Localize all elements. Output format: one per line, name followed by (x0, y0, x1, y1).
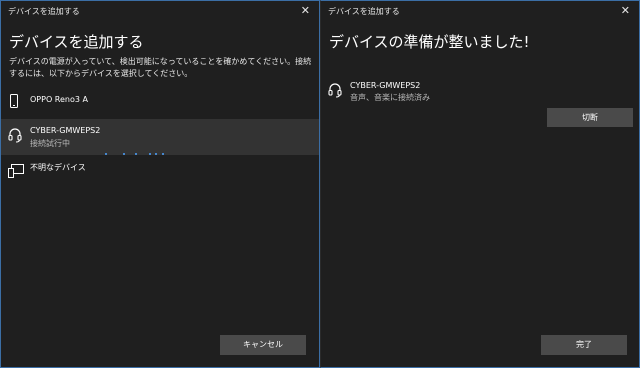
progress-dot (123, 153, 125, 155)
close-icon[interactable]: ✕ (301, 4, 310, 17)
cancel-button[interactable]: キャンセル (220, 335, 306, 355)
progress-dot (162, 153, 164, 155)
close-icon[interactable]: ✕ (621, 4, 630, 17)
device-item-unknown[interactable]: 不明なデバイス (1, 158, 319, 182)
headset-icon (328, 82, 342, 102)
progress-dot (149, 153, 151, 155)
device-status: 音声、音楽に接続済み (350, 93, 430, 102)
device-name: 不明なデバイス (30, 163, 86, 172)
window-title: デバイスを追加する (8, 7, 80, 16)
device-name: CYBER-GMWEPS2 (30, 126, 101, 135)
page-title: デバイスの準備が整いました! (329, 33, 530, 51)
device-item-cyber-gmweps2[interactable]: CYBER-GMWEPS2 接続試行中 (1, 119, 319, 155)
page-title: デバイスを追加する (9, 33, 144, 51)
progress-dots (101, 153, 171, 157)
progress-dot (135, 153, 137, 155)
unknown-device-icon (8, 163, 24, 182)
window-title: デバイスを追加する (328, 7, 400, 16)
device-status: 接続試行中 (30, 139, 70, 148)
device-name: OPPO Reno3 A (30, 95, 88, 104)
add-device-window-left: デバイスを追加する ✕ デバイスを追加する デバイスの電源が入っていて、検出可能… (0, 0, 320, 368)
title-bar: デバイスを追加する ✕ (1, 1, 319, 23)
title-bar: デバイスを追加する ✕ (321, 1, 639, 23)
add-device-window-right: デバイスを追加する ✕ デバイスの準備が整いました! CYBER-GMWEPS2… (320, 0, 640, 368)
phone-icon (8, 93, 20, 112)
device-item-oppo[interactable]: OPPO Reno3 A (1, 87, 319, 113)
done-button[interactable]: 完了 (541, 335, 627, 355)
device-name: CYBER-GMWEPS2 (350, 81, 421, 90)
disconnect-button[interactable]: 切断 (547, 108, 633, 127)
headset-icon (8, 127, 22, 147)
progress-dot (155, 153, 157, 155)
connected-device: CYBER-GMWEPS2 音声、音楽に接続済み (321, 76, 639, 106)
progress-dot (105, 153, 107, 155)
instructions-text: デバイスの電源が入っていて、検出可能になっていることを確かめてください。接続する… (9, 57, 312, 78)
